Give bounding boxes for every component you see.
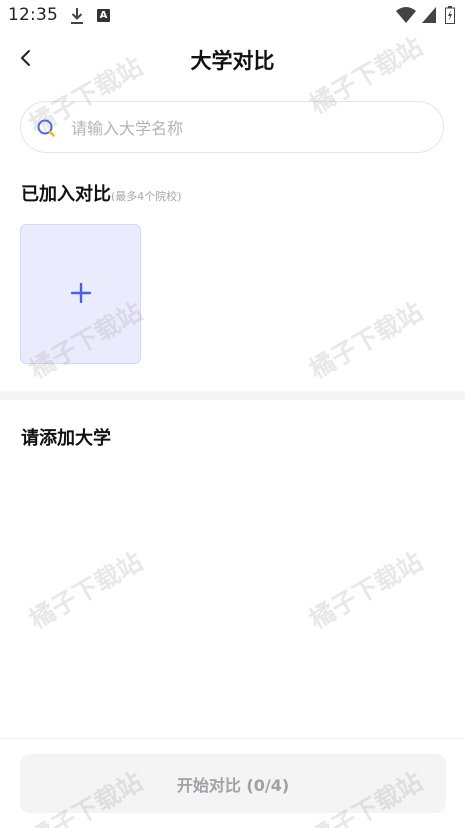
add-university-button[interactable] <box>20 224 141 364</box>
nav-bar: 大学对比 <box>0 34 465 84</box>
watermark: 橘子下载站 <box>304 296 428 385</box>
search-input[interactable] <box>69 114 413 142</box>
download-icon <box>70 7 84 25</box>
wifi-icon <box>396 6 416 28</box>
start-compare-button[interactable]: 开始对比 (0/4) <box>20 754 446 813</box>
status-bar: 12:35 A <box>0 0 465 34</box>
search-icon <box>37 119 55 137</box>
added-limit-hint: (最多4个院校) <box>111 190 182 203</box>
page-title: 大学对比 <box>190 49 275 73</box>
watermark: 橘子下载站 <box>24 546 148 635</box>
added-section-title: 已加入对比(最多4个院校) <box>21 180 182 206</box>
screen: 12:35 A 大学对比 请输入大学名称 已加入对比(最多4个院校) 请添加大学… <box>0 0 465 828</box>
status-time: 12:35 <box>8 5 58 25</box>
added-title-text: 已加入对比 <box>21 184 111 205</box>
notification-a-icon: A <box>97 9 110 22</box>
section-divider <box>0 391 465 400</box>
suggest-section-title: 请添加大学 <box>21 428 111 449</box>
plus-icon <box>71 283 91 303</box>
battery-icon <box>445 6 455 28</box>
watermark: 橘子下载站 <box>304 546 428 635</box>
signal-icon <box>421 6 437 28</box>
search-box[interactable] <box>20 101 444 153</box>
bottom-bar: 开始对比 (0/4) <box>0 738 465 828</box>
